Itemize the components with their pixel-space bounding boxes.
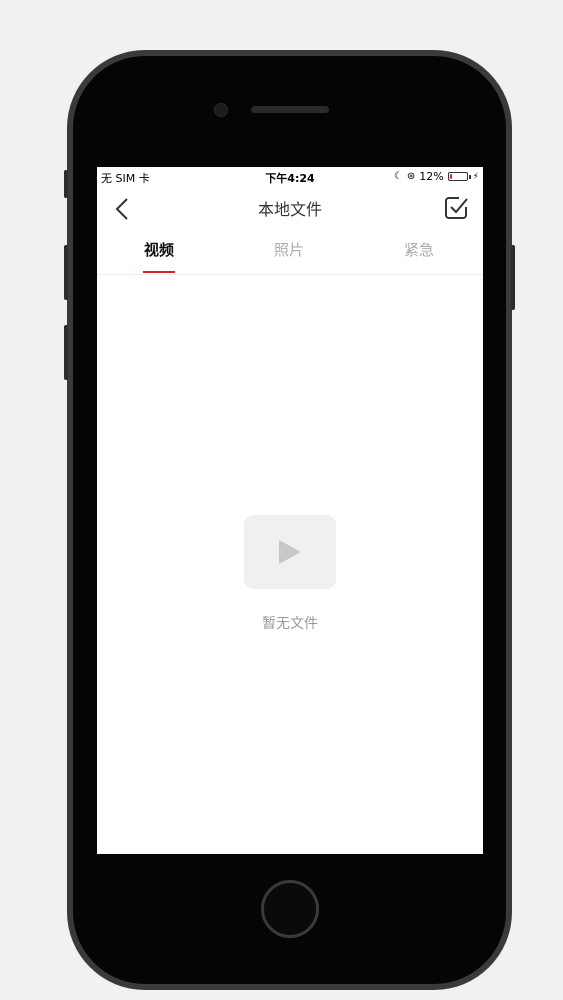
home-button[interactable] xyxy=(261,880,319,938)
front-camera xyxy=(214,103,228,117)
battery-tip xyxy=(468,174,471,179)
tab-label: 紧急 xyxy=(403,241,434,259)
video-play-icon xyxy=(244,515,336,589)
tab-bar: 视频 照片 紧急 xyxy=(97,235,483,275)
orientation-lock-icon: ⊛ xyxy=(406,171,416,182)
empty-state-text: 暂无文件 xyxy=(262,616,318,632)
status-bar: 无 SIM 卡 下午4:24 ☾ ⊛ 12% ⚡ xyxy=(97,167,483,187)
moon-icon: ☾ xyxy=(393,171,403,182)
checkbox-square-icon xyxy=(445,197,468,219)
power-button xyxy=(511,245,515,310)
volume-up-button xyxy=(64,245,68,300)
tab-emergency[interactable]: 紧急 xyxy=(379,239,459,273)
status-right: ☾ ⊛ 12% ⚡ xyxy=(394,170,479,183)
charging-bolt-icon: ⚡ xyxy=(472,171,479,182)
tab-label: 照片 xyxy=(273,241,304,259)
tab-label: 视频 xyxy=(143,241,174,259)
earpiece-speaker xyxy=(251,106,329,113)
select-button[interactable] xyxy=(441,193,471,223)
tab-photos[interactable]: 照片 xyxy=(249,239,329,273)
volume-down-button xyxy=(64,325,68,380)
mute-switch xyxy=(64,170,68,198)
empty-state: 暂无文件 xyxy=(97,515,483,633)
tab-active-underline xyxy=(143,271,175,273)
screen: 无 SIM 卡 下午4:24 ☾ ⊛ 12% ⚡ 本地文件 视频 照片 紧急 暂… xyxy=(97,167,483,854)
tab-videos[interactable]: 视频 xyxy=(119,239,199,273)
battery-percent: 12% xyxy=(419,170,444,183)
battery-icon xyxy=(447,172,468,181)
battery-fill xyxy=(449,174,452,179)
nav-bar: 本地文件 xyxy=(97,187,483,227)
page-title: 本地文件 xyxy=(257,200,322,219)
